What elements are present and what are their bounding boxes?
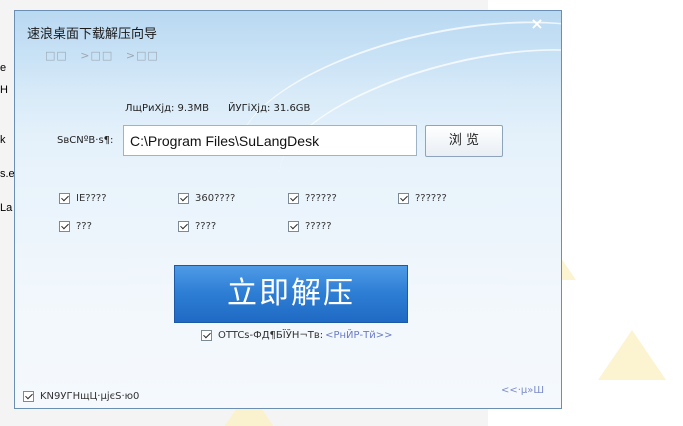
- step-3: >□□: [125, 49, 159, 62]
- checkbox-checked-icon[interactable]: [178, 193, 189, 204]
- checkbox-checked-icon[interactable]: [178, 221, 189, 232]
- browse-button[interactable]: 浏 览: [425, 125, 503, 157]
- background-window-strip: e H k s.e La: [0, 56, 15, 316]
- option-label: ???: [76, 221, 92, 232]
- checkbox-checked-icon[interactable]: [288, 221, 299, 232]
- checkbox-checked-icon[interactable]: [59, 221, 70, 232]
- bg-fragment: k: [0, 134, 6, 146]
- install-path-label: SвCNºB·s¶:: [57, 135, 114, 146]
- agreement-checkbox[interactable]: OTTCs-ФД¶БЇЎН¬Тв: <РнЙР-Тй>>: [201, 330, 393, 341]
- back-link[interactable]: <<·µ»Ш: [501, 385, 544, 396]
- step-1: □□: [45, 49, 68, 62]
- option-label: 360????: [195, 193, 236, 204]
- extract-now-button[interactable]: 立即解压: [174, 265, 408, 323]
- option-checkbox[interactable]: IE????: [59, 193, 107, 204]
- bottom-option-label: KN9УГНщЦ·µјєS·ю0: [40, 391, 140, 402]
- option-checkbox[interactable]: ??????: [288, 193, 337, 204]
- license-link[interactable]: <РнЙР-Тй>>: [325, 330, 392, 341]
- decor-triangle: [598, 330, 666, 380]
- option-label: ????: [195, 221, 217, 232]
- bg-fragment: La: [0, 202, 13, 214]
- option-checkbox[interactable]: 360????: [178, 193, 235, 204]
- agreement-text: OTTCs-ФД¶БЇЎН¬Тв:: [218, 330, 324, 341]
- bg-fragment: H: [0, 84, 8, 96]
- step-2: >□□: [80, 49, 114, 62]
- option-checkbox[interactable]: ?????: [288, 221, 332, 232]
- bg-fragment: e: [0, 62, 7, 74]
- checkbox-checked-icon[interactable]: [59, 193, 70, 204]
- bg-fragment: s.e: [0, 168, 15, 180]
- install-path-input[interactable]: C:\Program Files\SuLangDesk: [123, 125, 417, 156]
- dialog-title: 速浪桌面下载解压向导: [27, 27, 158, 42]
- bottom-option-checkbox[interactable]: KN9УГНщЦ·µјєS·ю0: [23, 391, 139, 402]
- option-checkbox[interactable]: ????: [178, 221, 216, 232]
- step-indicator: □□ >□□ >□□: [45, 49, 167, 62]
- checkbox-checked-icon[interactable]: [288, 193, 299, 204]
- required-size-text: ЛщРиХјд: 9.3MB: [125, 103, 209, 114]
- option-label: ?????: [305, 221, 332, 232]
- option-checkbox[interactable]: ??????: [398, 193, 447, 204]
- checkbox-checked-icon[interactable]: [201, 330, 212, 341]
- checkbox-checked-icon[interactable]: [398, 193, 409, 204]
- option-label: ??????: [415, 193, 447, 204]
- free-space-text: ЙУГіХјд: 31.6GB: [228, 103, 311, 114]
- option-label: IE????: [76, 193, 107, 204]
- option-checkbox[interactable]: ???: [59, 221, 92, 232]
- close-button[interactable]: ×: [529, 16, 545, 32]
- option-label: ??????: [305, 193, 337, 204]
- checkbox-checked-icon[interactable]: [23, 391, 34, 402]
- extract-wizard-dialog: 速浪桌面下载解压向导 × □□ >□□ >□□ ЛщРиХјд: 9.3MB Й…: [14, 10, 562, 409]
